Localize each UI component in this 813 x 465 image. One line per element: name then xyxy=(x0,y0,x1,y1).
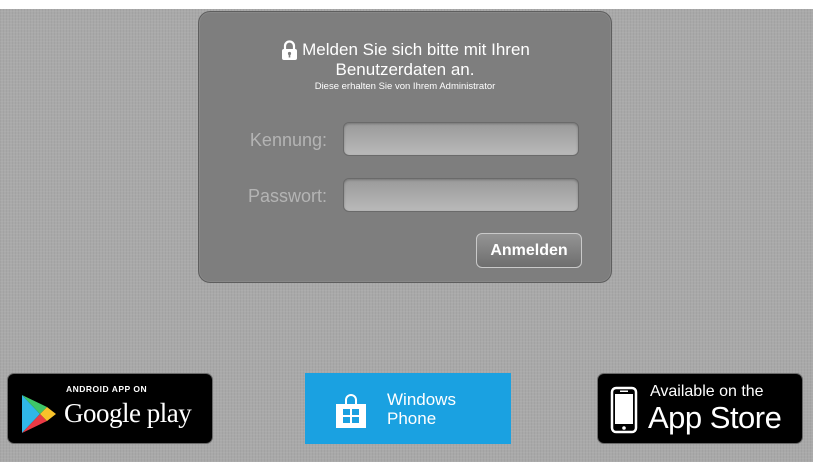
iphone-icon xyxy=(610,386,638,434)
login-heading: Melden Sie sich bitte mit Ihren Benutzer… xyxy=(199,40,611,93)
lock-icon xyxy=(280,40,299,60)
password-label: Passwort: xyxy=(247,186,327,206)
windows-phone-line2: Phone xyxy=(387,409,437,428)
app-store-title: App Store xyxy=(648,400,782,435)
windows-store-icon xyxy=(335,394,367,428)
google-play-title: Google play xyxy=(64,398,192,428)
password-input[interactable] xyxy=(343,178,579,212)
top-border xyxy=(0,0,813,9)
windows-phone-line1: Windows xyxy=(387,390,456,409)
app-store-badge[interactable]: Available on the App Store xyxy=(597,373,803,444)
heading-line1: Melden Sie sich bitte mit Ihren xyxy=(302,40,530,59)
username-input[interactable] xyxy=(343,122,579,156)
login-panel: Melden Sie sich bitte mit Ihren Benutzer… xyxy=(198,11,612,283)
google-play-icon xyxy=(20,393,58,435)
windows-phone-badge[interactable]: Windows Phone xyxy=(305,373,511,444)
login-button[interactable]: Anmelden xyxy=(476,233,582,268)
username-label: Kennung: xyxy=(249,130,327,150)
google-play-caption: ANDROID APP ON xyxy=(66,384,148,394)
heading-line2: Benutzerdaten an. xyxy=(335,60,475,79)
app-store-caption: Available on the xyxy=(650,383,764,400)
admin-note: Diese erhalten Sie von Ihrem Administrat… xyxy=(314,81,496,92)
google-play-badge[interactable]: ANDROID APP ON Google play xyxy=(7,373,213,444)
